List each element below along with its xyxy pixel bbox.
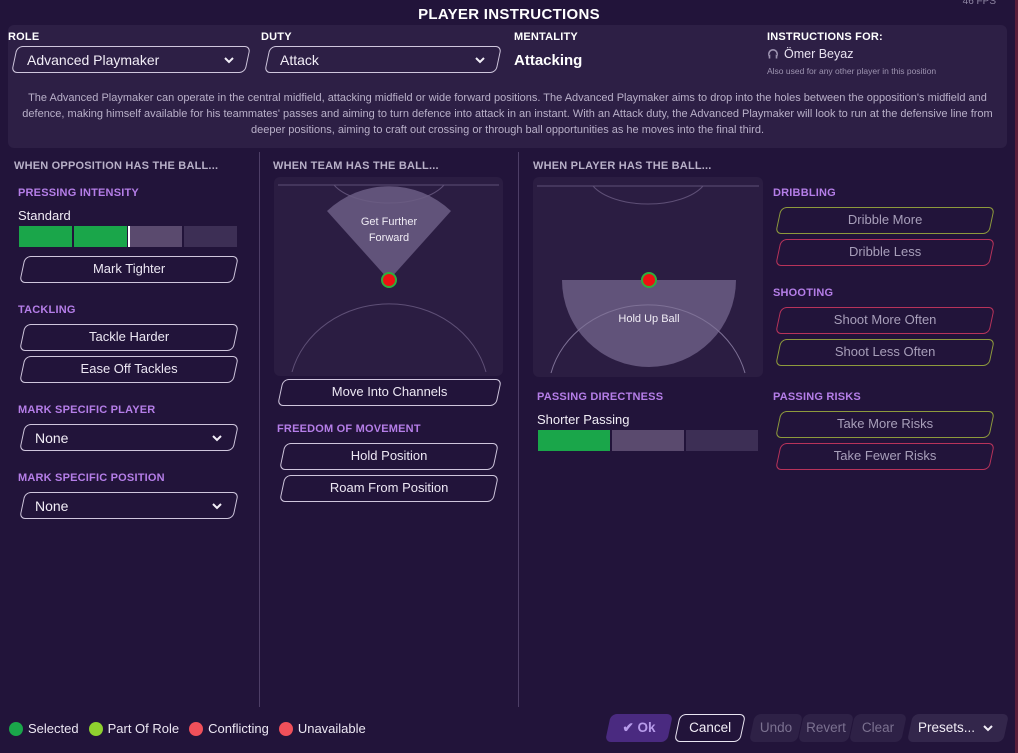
role-value: Advanced Playmaker <box>27 51 160 68</box>
hold-position-button[interactable]: Hold Position <box>279 443 499 470</box>
mark-specific-position-value: None <box>35 497 69 514</box>
legend-unavailable: Unavailable <box>278 721 366 736</box>
legend-conflicting: Conflicting <box>189 721 269 736</box>
slider-segment[interactable] <box>19 226 72 247</box>
undo-button[interactable]: Undo <box>749 714 803 742</box>
slider-segment[interactable] <box>612 430 684 451</box>
role-select[interactable]: Advanced Playmaker <box>11 46 251 73</box>
slider-handle[interactable] <box>128 226 130 247</box>
mark-specific-position-select[interactable]: None <box>19 492 239 519</box>
conflicting-dot-icon <box>189 721 204 736</box>
team-section-title: WHEN TEAM HAS THE BALL... <box>273 160 439 172</box>
shooting-label: SHOOTING <box>773 287 834 299</box>
take-more-risks-button[interactable]: Take More Risks <box>775 411 995 438</box>
move-into-channels-button[interactable]: Move Into Channels <box>277 379 502 406</box>
instructions-for-label: INSTRUCTIONS FOR: <box>767 31 883 43</box>
role-label: ROLE <box>8 31 40 43</box>
player-name[interactable]: Ömer Beyaz <box>784 47 853 61</box>
player-pitch-diagram: Hold Up Ball <box>533 177 763 377</box>
ok-button[interactable]: ✔ Ok <box>605 714 673 742</box>
revert-button[interactable]: Revert <box>798 714 854 742</box>
clear-button[interactable]: Clear <box>849 714 907 742</box>
header-panel: ROLE Advanced Playmaker DUTY Attack MENT… <box>8 25 1007 148</box>
take-fewer-risks-button[interactable]: Take Fewer Risks <box>775 443 995 470</box>
mentality-label: MENTALITY <box>514 31 578 43</box>
ease-off-tackles-button[interactable]: Ease Off Tackles <box>19 356 239 383</box>
chevron-down-icon <box>224 56 234 63</box>
mark-specific-player-label: MARK SPECIFIC PLAYER <box>18 404 156 416</box>
zone-label: Hold Up Ball <box>618 313 679 325</box>
column-divider <box>518 152 519 707</box>
player-position-marker <box>381 272 397 288</box>
slider-segment[interactable] <box>129 226 182 247</box>
duty-select[interactable]: Attack <box>264 46 502 73</box>
legend-part-of-role: Part Of Role <box>88 721 179 736</box>
pressing-intensity-label: PRESSING INTENSITY <box>18 187 139 199</box>
player-name-row: Ömer Beyaz <box>768 47 853 61</box>
opposition-section-title: WHEN OPPOSITION HAS THE BALL... <box>14 160 219 172</box>
shoot-less-often-button[interactable]: Shoot Less Often <box>775 339 995 366</box>
mark-specific-player-value: None <box>35 429 69 446</box>
check-icon: ✔ <box>622 720 638 735</box>
mark-tighter-button[interactable]: Mark Tighter <box>19 256 239 283</box>
cancel-button[interactable]: Cancel <box>674 714 746 742</box>
pressing-intensity-value: Standard <box>18 208 71 223</box>
freedom-of-movement-label: FREEDOM OF MOVEMENT <box>277 423 421 435</box>
duty-value: Attack <box>280 51 319 68</box>
slider-segment[interactable] <box>184 226 237 247</box>
mark-specific-player-select[interactable]: None <box>19 424 239 451</box>
roam-from-position-button[interactable]: Roam From Position <box>279 475 499 502</box>
passing-directness-slider[interactable] <box>538 430 758 451</box>
slider-segment[interactable] <box>538 430 610 451</box>
passing-directness-label: PASSING DIRECTNESS <box>537 391 664 403</box>
chevron-down-icon <box>212 434 222 441</box>
person-icon <box>768 49 778 59</box>
dribbling-label: DRIBBLING <box>773 187 836 199</box>
player-position-marker <box>641 272 657 288</box>
legend-selected: Selected <box>9 721 79 736</box>
page-title: PLAYER INSTRUCTIONS <box>418 6 600 23</box>
duty-label: DUTY <box>261 31 292 43</box>
pitch-arc <box>592 185 704 205</box>
tackling-label: TACKLING <box>18 304 76 316</box>
instructions-note: Also used for any other player in this p… <box>767 66 937 76</box>
zone-label: Forward <box>369 232 409 244</box>
selected-dot-icon <box>9 721 23 736</box>
part-of-role-dot-icon <box>88 721 103 736</box>
slider-segment[interactable] <box>74 226 127 247</box>
presets-dropdown[interactable]: Presets... <box>907 714 1009 742</box>
shoot-more-often-button[interactable]: Shoot More Often <box>775 307 995 334</box>
slider-segment[interactable] <box>686 430 758 451</box>
pressing-intensity-slider[interactable] <box>19 226 237 247</box>
pitch-arc <box>291 303 487 373</box>
player-section-title: WHEN PLAYER HAS THE BALL... <box>533 160 712 172</box>
mentality-value: Attacking <box>514 52 583 69</box>
unavailable-dot-icon <box>278 721 293 736</box>
tackle-harder-button[interactable]: Tackle Harder <box>19 324 239 351</box>
role-description: The Advanced Playmaker can operate in th… <box>22 92 993 136</box>
legend: Selected Part Of Role Conflicting Unavai… <box>9 721 370 736</box>
dribble-less-button[interactable]: Dribble Less <box>775 239 995 266</box>
passing-directness-value: Shorter Passing <box>537 412 630 427</box>
zone-label: Get Further <box>361 216 418 228</box>
chevron-down-icon <box>983 725 993 732</box>
chevron-down-icon <box>212 502 222 509</box>
chevron-down-icon <box>475 56 485 63</box>
passing-risks-label: PASSING RISKS <box>773 391 861 403</box>
team-pitch-diagram: Get Further Forward <box>274 177 503 376</box>
mark-specific-position-label: MARK SPECIFIC POSITION <box>18 472 165 484</box>
column-divider <box>259 152 260 707</box>
dribble-more-button[interactable]: Dribble More <box>775 207 995 234</box>
